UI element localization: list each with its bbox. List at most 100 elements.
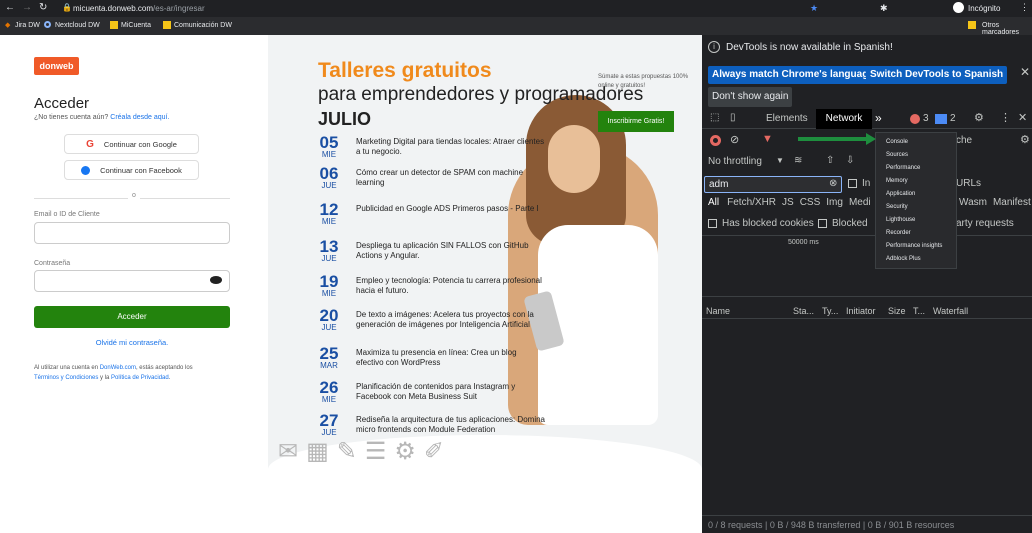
network-conditions-icon[interactable]: ≋ — [794, 155, 802, 166]
download-icon[interactable]: ⇩ — [846, 155, 854, 166]
throttling-select[interactable]: No throttling — [708, 156, 762, 167]
type-js[interactable]: JS — [782, 197, 794, 208]
match-language-button[interactable]: Always match Chrome's language — [708, 66, 878, 84]
type-media[interactable]: Medi — [849, 197, 871, 208]
disable-cache-label[interactable]: che — [956, 135, 972, 146]
menu-lighthouse[interactable]: Lighthouse — [876, 214, 956, 227]
close-devtools-icon[interactable]: ✕ — [1018, 111, 1027, 124]
filter-icon[interactable]: ▼ — [762, 133, 773, 145]
folder-icon — [110, 21, 118, 29]
device-toolbar-icon[interactable]: ▯ — [730, 112, 736, 123]
other-bookmarks[interactable]: Otros marcadores — [982, 22, 1032, 36]
clear-icon[interactable]: ⊘ — [730, 133, 739, 146]
bookmark-jira[interactable]: Jira DW — [15, 22, 40, 29]
column-size[interactable]: Size — [888, 303, 906, 319]
column-initiator[interactable]: Initiator — [846, 303, 876, 319]
google-login-button[interactable]: G Continuar con Google — [64, 134, 199, 154]
blocked-label: Blocked — [832, 218, 868, 229]
overview-timeline[interactable]: 50000 ms — [702, 235, 1032, 297]
menu-console[interactable]: Console — [876, 136, 956, 149]
address-bar[interactable]: micuenta.donweb.com/es-ar/ingresar — [73, 4, 205, 13]
menu-sources[interactable]: Sources — [876, 149, 956, 162]
terms-link[interactable]: Términos y Condiciones — [34, 375, 98, 381]
type-manifest[interactable]: Manifest — [993, 197, 1031, 208]
tab-network[interactable]: Network — [816, 109, 872, 129]
filter-value: adm — [709, 179, 729, 190]
filter-input[interactable]: adm ⊗ — [704, 176, 842, 193]
menu-application[interactable]: Application — [876, 188, 956, 201]
folder-icon — [968, 21, 976, 29]
type-fetch[interactable]: Fetch/XHR — [727, 197, 776, 208]
lock-icon: 🔒 — [62, 3, 72, 12]
bookmark-nextcloud[interactable]: Nextcloud DW — [55, 22, 100, 29]
settings-icon[interactable]: ⚙ — [974, 111, 984, 124]
star-icon[interactable]: ★ — [810, 3, 818, 14]
column-type[interactable]: Ty... — [822, 303, 838, 319]
column-status[interactable]: Sta... — [793, 303, 814, 319]
hide-urls-label[interactable]: URLs — [956, 178, 981, 189]
create-account-link[interactable]: Créala desde aquí. — [110, 114, 169, 121]
menu-performance-insights[interactable]: Performance insights — [876, 240, 956, 253]
facebook-login-button[interactable]: Continuar con Facebook — [64, 160, 199, 180]
signup-button[interactable]: Inscribirme Gratis! — [598, 111, 674, 132]
tab-elements[interactable]: Elements — [766, 113, 808, 124]
incognito-label[interactable]: Incógnito — [968, 4, 1000, 13]
event-day: 19 — [319, 272, 339, 291]
event-weekday: JUE — [321, 181, 337, 190]
blocked-cookies-checkbox[interactable] — [708, 219, 717, 228]
message-count[interactable]: 2 — [950, 113, 956, 124]
terms-and: y la — [98, 375, 112, 381]
menu-icon[interactable]: ⋮ — [1020, 2, 1029, 13]
type-img[interactable]: Img — [826, 197, 843, 208]
column-time[interactable]: T... — [913, 303, 925, 319]
type-wasm[interactable]: Wasm — [959, 197, 987, 208]
face-shape — [548, 125, 600, 193]
menu-recorder[interactable]: Recorder — [876, 227, 956, 240]
url-host: micuenta.donweb.com — [73, 4, 154, 13]
third-party-label: arty requests — [956, 218, 1014, 229]
privacy-link[interactable]: Política de Privacidad — [111, 375, 169, 381]
terms-site-link[interactable]: DonWeb.com — [100, 365, 136, 371]
event-day: 27 — [319, 411, 339, 430]
error-count[interactable]: 3 — [923, 113, 929, 124]
bookmark-micuenta[interactable]: MiCuenta — [121, 22, 151, 29]
email-field[interactable] — [34, 222, 230, 244]
more-tabs-menu: Console Sources Performance Memory Appli… — [875, 132, 957, 269]
menu-performance[interactable]: Performance — [876, 162, 956, 175]
event-title: Marketing Digital para tiendas locales: … — [356, 137, 545, 156]
forgot-password-link[interactable]: Olvidé mi contraseña. — [34, 338, 230, 347]
dont-show-button[interactable]: Don't show again — [708, 87, 793, 107]
switch-language-button[interactable]: Switch DevTools to Spanish — [866, 66, 1008, 84]
blocked-checkbox[interactable] — [818, 219, 827, 228]
password-field[interactable] — [34, 270, 230, 292]
extensions-icon[interactable]: ✱ — [880, 3, 888, 14]
clear-filter-icon[interactable]: ⊗ — [829, 178, 837, 189]
event-day: 05 — [319, 133, 339, 152]
month-heading: JULIO — [318, 109, 372, 129]
back-icon[interactable]: ← — [5, 2, 15, 13]
event-title: Maximiza tu presencia en línea: Crea un … — [356, 348, 517, 367]
close-banner-icon[interactable]: ✕ — [1020, 65, 1030, 79]
menu-security[interactable]: Security — [876, 201, 956, 214]
network-settings-icon[interactable]: ⚙ — [1020, 133, 1030, 146]
record-icon[interactable] — [710, 135, 721, 146]
doodle-icons: ✉▦✎☰⚙✐ — [278, 438, 453, 465]
invert-checkbox[interactable] — [848, 179, 857, 188]
donweb-logo: donweb — [34, 57, 79, 75]
more-tabs-button[interactable]: » — [875, 111, 882, 125]
menu-adblock-plus[interactable]: Adblock Plus — [876, 253, 956, 266]
bookmark-comunicacion[interactable]: Comunicación DW — [174, 22, 232, 29]
chevron-down-icon[interactable]: ▼ — [776, 156, 784, 165]
kebab-icon[interactable]: ⋮ — [1000, 111, 1011, 124]
submit-button[interactable]: Acceder — [34, 306, 230, 328]
type-css[interactable]: CSS — [800, 197, 821, 208]
type-all[interactable]: All — [708, 197, 719, 208]
show-password-icon[interactable] — [210, 276, 222, 284]
inspect-icon[interactable]: ⬚ — [710, 112, 719, 123]
column-name[interactable]: Name — [706, 303, 730, 319]
menu-memory[interactable]: Memory — [876, 175, 956, 188]
upload-icon[interactable]: ⇧ — [826, 155, 834, 166]
column-waterfall[interactable]: Waterfall — [933, 303, 968, 319]
forward-icon[interactable]: → — [22, 2, 32, 13]
reload-icon[interactable]: ↻ — [39, 2, 47, 13]
